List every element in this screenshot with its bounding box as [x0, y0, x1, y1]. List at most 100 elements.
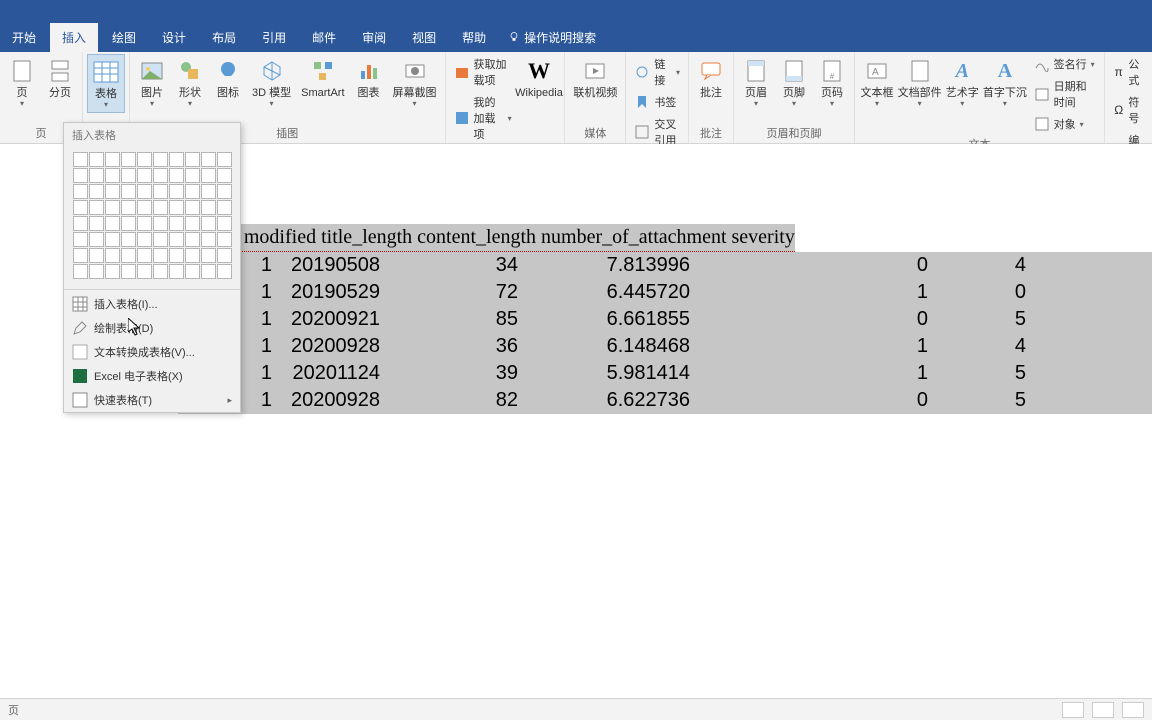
grid-cell[interactable]	[185, 232, 200, 247]
equation-button[interactable]: π公式	[1109, 54, 1148, 90]
table-grid-picker[interactable]	[64, 147, 240, 287]
grid-cell[interactable]	[201, 200, 216, 215]
grid-cell[interactable]	[137, 152, 152, 167]
grid-cell[interactable]	[89, 264, 104, 279]
smartart-button[interactable]: SmartArt	[297, 54, 348, 102]
menu-excel-table[interactable]: Excel 电子表格(X)	[64, 364, 240, 388]
menu-text-to-table[interactable]: 文本转换成表格(V)...	[64, 340, 240, 364]
chart-button[interactable]: 图表	[351, 54, 387, 102]
grid-cell[interactable]	[121, 200, 136, 215]
grid-cell[interactable]	[73, 152, 88, 167]
my-addins-button[interactable]: 我的加载项▾	[450, 92, 516, 144]
textbox-button[interactable]: A文本框▾	[859, 54, 895, 111]
tab-home[interactable]: 开始	[0, 23, 48, 52]
table-row[interactable]: 120200928366.14846814	[178, 333, 1152, 360]
grid-cell[interactable]	[105, 152, 120, 167]
tab-review[interactable]: 审阅	[350, 23, 398, 52]
grid-cell[interactable]	[73, 216, 88, 231]
grid-cell[interactable]	[217, 248, 232, 263]
grid-cell[interactable]	[153, 216, 168, 231]
grid-cell[interactable]	[89, 248, 104, 263]
grid-cell[interactable]	[105, 200, 120, 215]
tab-view[interactable]: 视图	[400, 23, 448, 52]
grid-cell[interactable]	[169, 264, 184, 279]
grid-cell[interactable]	[201, 216, 216, 231]
view-read-mode[interactable]	[1062, 702, 1084, 718]
page-break-button[interactable]: 分页	[42, 54, 78, 102]
table-row[interactable]: 120190508347.81399604	[178, 252, 1152, 279]
grid-cell[interactable]	[137, 248, 152, 263]
grid-cell[interactable]	[73, 200, 88, 215]
grid-cell[interactable]	[137, 168, 152, 183]
table-row[interactable]: 5120201124395.98141415	[178, 360, 1152, 387]
grid-cell[interactable]	[137, 200, 152, 215]
grid-cell[interactable]	[137, 232, 152, 247]
grid-cell[interactable]	[185, 168, 200, 183]
get-addins-button[interactable]: 获取加载项	[450, 54, 516, 90]
cover-page-button[interactable]: 页▾	[4, 54, 40, 111]
grid-cell[interactable]	[153, 200, 168, 215]
table-row[interactable]: 120200921856.66185505	[178, 306, 1152, 333]
grid-cell[interactable]	[73, 232, 88, 247]
tab-mailings[interactable]: 邮件	[300, 23, 348, 52]
grid-cell[interactable]	[201, 232, 216, 247]
grid-cell[interactable]	[201, 184, 216, 199]
grid-cell[interactable]	[105, 184, 120, 199]
tell-me-search[interactable]: 操作说明搜索	[508, 29, 596, 46]
grid-cell[interactable]	[137, 264, 152, 279]
tab-references[interactable]: 引用	[250, 23, 298, 52]
tab-draw[interactable]: 绘图	[100, 23, 148, 52]
grid-cell[interactable]	[153, 264, 168, 279]
menu-draw-table[interactable]: 绘制表格(D)	[64, 316, 240, 340]
online-video-button[interactable]: 联机视频	[569, 54, 621, 102]
table-row[interactable]: 6120200928826.62273605	[178, 387, 1152, 414]
grid-cell[interactable]	[201, 168, 216, 183]
grid-cell[interactable]	[169, 152, 184, 167]
header-button[interactable]: 页眉▾	[738, 54, 774, 111]
grid-cell[interactable]	[201, 248, 216, 263]
grid-cell[interactable]	[153, 168, 168, 183]
parts-button[interactable]: 文档部件▾	[897, 54, 942, 111]
grid-cell[interactable]	[169, 232, 184, 247]
grid-cell[interactable]	[217, 184, 232, 199]
tab-layout[interactable]: 布局	[200, 23, 248, 52]
grid-cell[interactable]	[105, 264, 120, 279]
grid-cell[interactable]	[153, 184, 168, 199]
screenshot-button[interactable]: 屏幕截图▾	[389, 54, 441, 111]
grid-cell[interactable]	[169, 200, 184, 215]
grid-cell[interactable]	[89, 184, 104, 199]
grid-cell[interactable]	[89, 232, 104, 247]
grid-cell[interactable]	[121, 216, 136, 231]
table-row[interactable]: 120190529726.44572010	[178, 279, 1152, 306]
grid-cell[interactable]	[89, 152, 104, 167]
menu-insert-table[interactable]: 插入表格(I)...	[64, 292, 240, 316]
tab-insert[interactable]: 插入	[50, 23, 98, 52]
view-print-layout[interactable]	[1092, 702, 1114, 718]
pagenum-button[interactable]: #页码▾	[814, 54, 850, 111]
object-button[interactable]: 对象▾	[1030, 114, 1100, 134]
grid-cell[interactable]	[169, 248, 184, 263]
grid-cell[interactable]	[121, 248, 136, 263]
link-button[interactable]: 链接▾	[630, 54, 684, 90]
picture-button[interactable]: 图片▾	[134, 54, 170, 111]
tab-help[interactable]: 帮助	[450, 23, 498, 52]
grid-cell[interactable]	[185, 184, 200, 199]
grid-cell[interactable]	[217, 232, 232, 247]
wikipedia-button[interactable]: WWikipedia	[518, 54, 561, 102]
grid-cell[interactable]	[137, 216, 152, 231]
grid-cell[interactable]	[105, 168, 120, 183]
grid-cell[interactable]	[73, 168, 88, 183]
sigline-button[interactable]: 签名行▾	[1030, 54, 1100, 74]
grid-cell[interactable]	[201, 152, 216, 167]
grid-cell[interactable]	[185, 264, 200, 279]
grid-cell[interactable]	[153, 232, 168, 247]
table-button[interactable]: 表格▾	[87, 54, 125, 113]
grid-cell[interactable]	[73, 184, 88, 199]
grid-cell[interactable]	[121, 184, 136, 199]
grid-cell[interactable]	[217, 264, 232, 279]
datetime-button[interactable]: 日期和时间	[1030, 76, 1100, 112]
view-web-layout[interactable]	[1122, 702, 1144, 718]
grid-cell[interactable]	[89, 200, 104, 215]
3d-models-button[interactable]: 3D 模型▾	[248, 54, 295, 111]
grid-cell[interactable]	[89, 216, 104, 231]
